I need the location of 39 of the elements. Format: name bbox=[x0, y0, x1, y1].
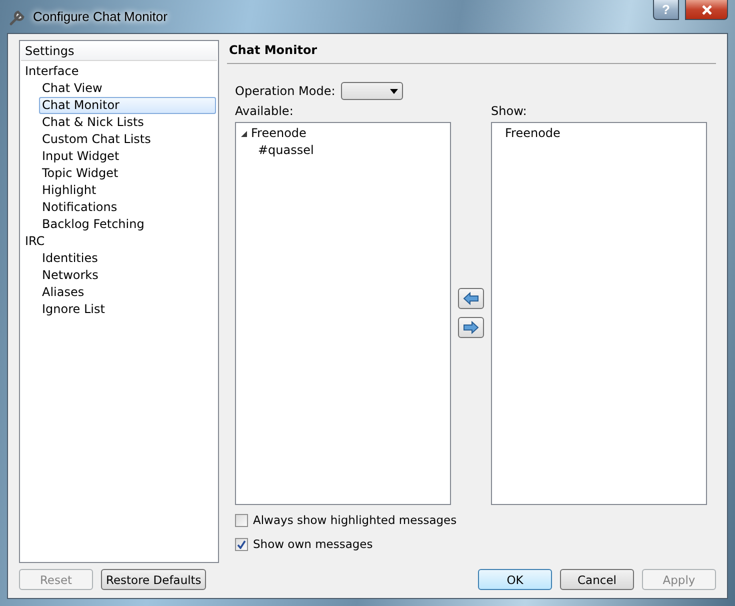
close-icon bbox=[700, 4, 712, 14]
tree-item[interactable]: Aliases bbox=[39, 284, 216, 301]
tree-item[interactable]: Chat & Nick Lists bbox=[39, 114, 216, 131]
left-arrow-icon bbox=[463, 292, 479, 304]
tree-item[interactable]: Identities bbox=[39, 250, 216, 267]
tree-item[interactable]: Ignore List bbox=[39, 301, 216, 318]
tree-item[interactable]: Highlight bbox=[39, 182, 216, 199]
window-title: Configure Chat Monitor bbox=[33, 9, 168, 24]
show-label: Show: bbox=[491, 104, 528, 118]
tree-item[interactable]: Backlog Fetching bbox=[39, 216, 216, 233]
list-item[interactable]: #quassel bbox=[258, 142, 314, 159]
dialog-button[interactable]: OK bbox=[478, 569, 552, 590]
list-item[interactable]: Freenode bbox=[251, 125, 306, 142]
tree-item[interactable]: Networks bbox=[39, 267, 216, 284]
expand-triangle-icon[interactable] bbox=[240, 130, 249, 138]
tree-item[interactable]: IRC bbox=[22, 233, 216, 250]
operation-mode-dropdown[interactable] bbox=[341, 82, 404, 100]
close-button[interactable] bbox=[685, 0, 728, 20]
checkbox-label: Always show highlighted messages bbox=[253, 513, 457, 527]
tree-item[interactable]: Custom Chat Lists bbox=[39, 131, 216, 148]
available-label: Available: bbox=[235, 104, 294, 118]
move-left-button[interactable] bbox=[458, 288, 484, 308]
dropdown-arrow-icon bbox=[390, 88, 398, 94]
tree-item[interactable]: Chat View bbox=[39, 80, 216, 97]
list-item[interactable]: Freenode bbox=[505, 125, 560, 142]
checkbox[interactable] bbox=[235, 514, 248, 526]
dialog-button[interactable]: Cancel bbox=[560, 569, 634, 590]
tree-item[interactable]: Interface bbox=[22, 63, 216, 80]
tree-item[interactable]: Chat Monitor bbox=[39, 97, 216, 114]
dialog-button[interactable]: Restore Defaults bbox=[101, 569, 206, 590]
tree-item[interactable]: Topic Widget bbox=[39, 165, 216, 182]
operation-mode-label: Operation Mode: bbox=[235, 84, 336, 98]
checkbox-label: Show own messages bbox=[253, 537, 373, 551]
move-right-button[interactable] bbox=[458, 316, 484, 338]
tree-item[interactable]: Notifications bbox=[39, 199, 216, 216]
page-title: Chat Monitor bbox=[227, 40, 716, 64]
right-arrow-icon bbox=[463, 320, 479, 334]
checkbox[interactable] bbox=[235, 538, 248, 550]
tree-item[interactable]: Input Widget bbox=[39, 148, 216, 165]
